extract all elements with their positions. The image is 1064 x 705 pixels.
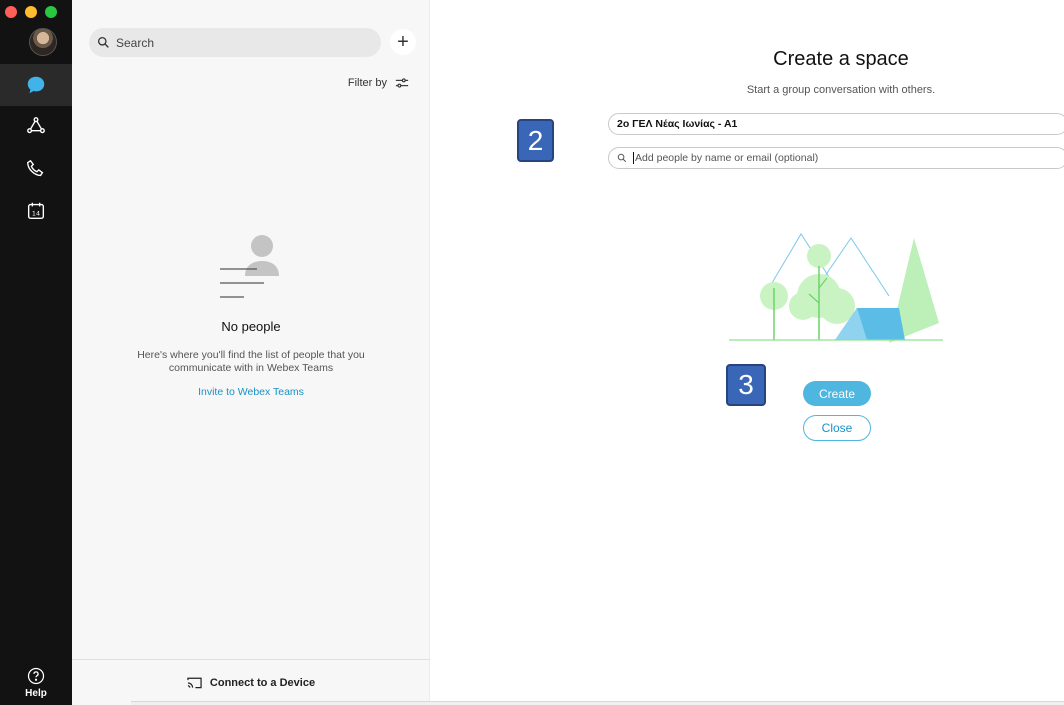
- connect-label: Connect to a Device: [209, 676, 316, 689]
- help-icon: [27, 667, 45, 685]
- create-button[interactable]: Create: [803, 381, 871, 406]
- help-label: Help: [25, 688, 47, 699]
- search-input[interactable]: Search: [89, 28, 381, 57]
- phone-icon: [27, 159, 44, 177]
- text-caret: [633, 152, 634, 164]
- step-2-annotation: 2: [517, 119, 554, 162]
- space-name-value: 2ο ΓΕΛ Νέας Ιωνίας - Α1: [617, 118, 738, 130]
- close-window-button[interactable]: [5, 6, 17, 18]
- minimize-window-button[interactable]: [25, 6, 37, 18]
- zoom-window-button[interactable]: [45, 6, 57, 18]
- empty-state-description: Here's where you'll find the list of peo…: [137, 349, 365, 374]
- page-subtitle: Start a group conversation with others.: [746, 84, 936, 96]
- add-people-placeholder: Add people by name or email (optional): [635, 152, 819, 164]
- people-panel: Search + Filter by No people Here's wher…: [72, 0, 430, 705]
- bottom-edge-panel: [131, 701, 1064, 705]
- filter-by-button[interactable]: Filter by: [348, 77, 409, 89]
- invite-link[interactable]: Invite to Webex Teams: [72, 386, 430, 398]
- chat-bubble-icon: [27, 76, 45, 94]
- calendar-date: 14: [32, 210, 40, 218]
- search-icon: [97, 36, 109, 48]
- close-button[interactable]: Close: [803, 415, 871, 441]
- search-placeholder: Search: [116, 35, 155, 50]
- window-controls: [5, 6, 57, 18]
- camping-illustration: [729, 233, 943, 343]
- webex-teams-window: 14 Help Search + Filter by No people Her…: [0, 0, 1064, 705]
- space-name-input[interactable]: 2ο ΓΕΛ Νέας Ιωνίας - Α1: [608, 113, 1064, 135]
- empty-state-title: No people: [221, 319, 281, 334]
- connect-device-button[interactable]: Connect to a Device: [72, 659, 430, 705]
- cast-icon: [187, 677, 202, 689]
- teams-icon: [27, 117, 45, 134]
- nav-rail: 14 Help: [0, 0, 72, 705]
- nav-messaging[interactable]: [0, 64, 72, 106]
- help-button[interactable]: Help: [0, 666, 72, 699]
- filter-label: Filter by: [347, 77, 387, 89]
- nav-meetings[interactable]: 14: [0, 190, 72, 232]
- step-3-annotation: 3: [726, 364, 766, 406]
- page-title: Create a space: [773, 48, 909, 70]
- no-people-illustration: [220, 235, 279, 298]
- nav-teams[interactable]: [0, 106, 72, 148]
- add-people-input[interactable]: Add people by name or email (optional): [608, 147, 1064, 169]
- create-space-view: Create a space Start a group conversatio…: [431, 0, 1064, 705]
- nav-calls[interactable]: [0, 148, 72, 190]
- filter-icon: [395, 78, 409, 88]
- plus-icon: +: [397, 31, 409, 53]
- new-space-button[interactable]: +: [390, 29, 416, 55]
- user-avatar[interactable]: [29, 28, 57, 56]
- calendar-icon: 14: [27, 202, 45, 220]
- search-icon: [617, 153, 627, 163]
